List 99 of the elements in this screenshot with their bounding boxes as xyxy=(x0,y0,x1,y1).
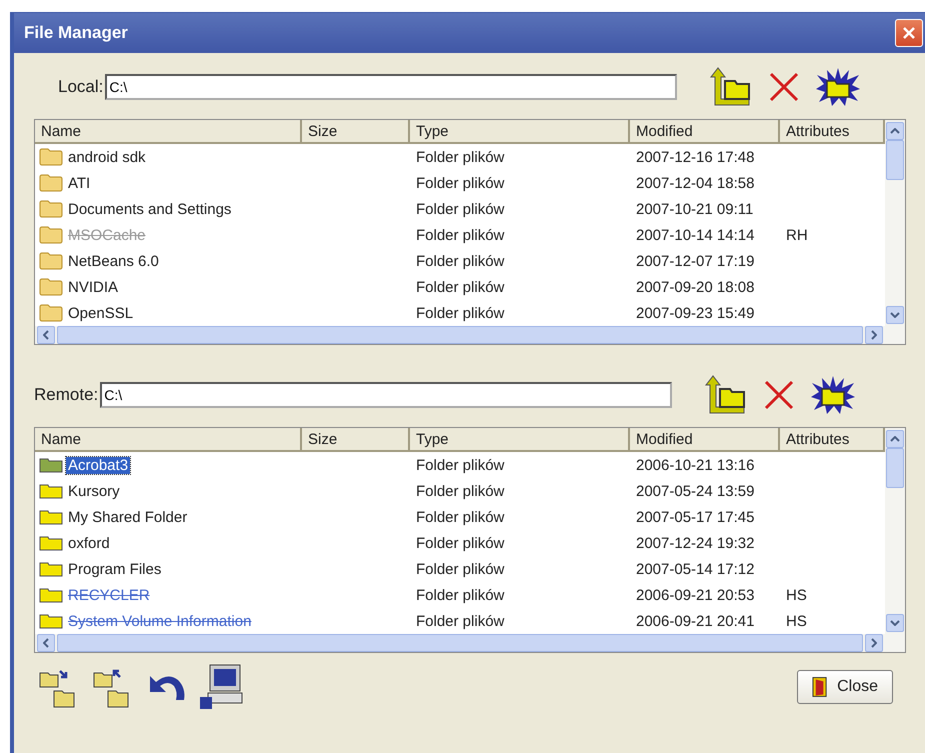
folder-icon xyxy=(39,252,63,270)
scroll-left-button[interactable] xyxy=(37,634,55,652)
file-type: Folder plików xyxy=(416,174,504,192)
file-type: Folder plików xyxy=(416,612,504,630)
folder-icon xyxy=(39,509,63,525)
column-header[interactable]: Size xyxy=(302,428,410,452)
modified-date: 2006-09-21 20:53 xyxy=(636,586,754,604)
chevron-down-icon xyxy=(890,620,900,626)
address-label: Remote: xyxy=(34,385,98,405)
scroll-thumb[interactable] xyxy=(57,326,863,344)
column-header[interactable]: Name xyxy=(35,428,302,452)
folder-icon xyxy=(39,613,63,629)
file-name[interactable]: Documents and Settings xyxy=(66,200,234,218)
scroll-up-button[interactable] xyxy=(886,430,904,448)
modified-date: 2007-09-23 15:49 xyxy=(636,304,754,322)
column-header[interactable]: Size xyxy=(302,120,410,144)
modified-date: 2006-09-21 20:41 xyxy=(636,612,754,630)
file-name[interactable]: OpenSSL xyxy=(66,304,136,322)
file-name[interactable]: oxford xyxy=(66,534,112,552)
file-type: Folder plików xyxy=(416,226,504,244)
file-name[interactable]: Program Files xyxy=(66,560,164,578)
close-button[interactable]: Close xyxy=(797,670,893,704)
file-type: Folder plików xyxy=(416,148,504,166)
chevron-up-icon xyxy=(890,128,900,134)
file-name[interactable]: RECYCLER xyxy=(66,586,152,604)
modified-date: 2007-09-20 18:08 xyxy=(636,278,754,296)
close-icon xyxy=(902,26,916,40)
scroll-left-button[interactable] xyxy=(37,326,55,344)
scroll-right-button[interactable] xyxy=(865,634,883,652)
folder-icon xyxy=(39,200,63,218)
file-type: Folder plików xyxy=(416,586,504,604)
file-name[interactable]: ATI xyxy=(66,174,92,192)
close-window-button[interactable] xyxy=(895,19,923,47)
scroll-down-button[interactable] xyxy=(886,614,904,632)
chevron-down-icon xyxy=(890,312,900,318)
file-type: Folder plików xyxy=(416,482,504,500)
scroll-right-button[interactable] xyxy=(865,326,883,344)
path-field[interactable]: C:\ xyxy=(105,74,678,100)
path-field[interactable]: C:\ xyxy=(100,382,672,408)
starburst-folder-icon[interactable] xyxy=(815,67,862,107)
scroll-down-button[interactable] xyxy=(886,306,904,324)
modified-date: 2006-10-21 13:16 xyxy=(636,456,754,474)
file-name[interactable]: My Shared Folder xyxy=(66,508,190,526)
file-name[interactable]: NVIDIA xyxy=(66,278,120,296)
folder-icon xyxy=(39,174,63,192)
column-header[interactable]: Attributes xyxy=(780,120,885,144)
file-type: Folder plików xyxy=(416,508,504,526)
file-type: Folder plików xyxy=(416,304,504,322)
chevron-right-icon xyxy=(871,638,877,648)
file-attributes: HS xyxy=(786,586,807,604)
column-header[interactable]: Modified xyxy=(630,120,780,144)
folder-icon xyxy=(39,457,63,473)
modified-date: 2007-12-24 19:32 xyxy=(636,534,754,552)
scroll-thumb[interactable] xyxy=(886,448,904,488)
chevron-up-icon xyxy=(890,436,900,442)
column-header[interactable]: Modified xyxy=(630,428,780,452)
modified-date: 2007-05-24 13:59 xyxy=(636,482,754,500)
file-type: Folder plików xyxy=(416,456,504,474)
column-header[interactable]: Name xyxy=(35,120,302,144)
file-type: Folder plików xyxy=(416,278,504,296)
file-type: Folder plików xyxy=(416,534,504,552)
door-icon xyxy=(812,676,828,698)
folder-icon xyxy=(39,148,63,166)
scroll-thumb[interactable] xyxy=(886,140,904,180)
window-title: File Manager xyxy=(24,23,128,43)
folder-icon xyxy=(39,535,63,551)
file-name[interactable]: NetBeans 6.0 xyxy=(66,252,161,270)
modified-date: 2007-05-17 17:45 xyxy=(636,508,754,526)
modified-date: 2007-10-21 09:11 xyxy=(636,200,754,218)
modified-date: 2007-12-07 17:19 xyxy=(636,252,754,270)
folder-icon xyxy=(39,278,63,296)
file-name[interactable]: Acrobat3 xyxy=(66,456,130,474)
starburst-folder-icon[interactable] xyxy=(810,375,856,415)
file-type: Folder plików xyxy=(416,560,504,578)
column-header[interactable]: Type xyxy=(410,120,630,144)
scroll-up-button[interactable] xyxy=(886,122,904,140)
file-attributes: RH xyxy=(786,226,808,244)
modified-date: 2007-10-14 14:14 xyxy=(636,226,754,244)
column-header[interactable]: Attributes xyxy=(780,428,885,452)
modified-date: 2007-12-16 17:48 xyxy=(636,148,754,166)
modified-date: 2007-05-14 17:12 xyxy=(636,560,754,578)
chevron-left-icon xyxy=(43,638,49,648)
file-attributes: HS xyxy=(786,612,807,630)
file-name[interactable]: android sdk xyxy=(66,148,148,166)
folder-icon xyxy=(39,226,63,244)
file-name[interactable]: System Volume Information xyxy=(66,612,254,630)
modified-date: 2007-12-04 18:58 xyxy=(636,174,754,192)
folder-icon xyxy=(39,483,63,499)
file-name[interactable]: Kursory xyxy=(66,482,122,500)
folder-icon xyxy=(39,561,63,577)
column-header[interactable]: Type xyxy=(410,428,630,452)
file-type: Folder plików xyxy=(416,252,504,270)
scroll-thumb[interactable] xyxy=(57,634,863,652)
chevron-left-icon xyxy=(43,330,49,340)
folder-icon xyxy=(39,304,63,322)
folder-icon xyxy=(39,587,63,603)
address-label: Local: xyxy=(58,77,104,97)
chevron-right-icon xyxy=(871,330,877,340)
file-type: Folder plików xyxy=(416,200,504,218)
